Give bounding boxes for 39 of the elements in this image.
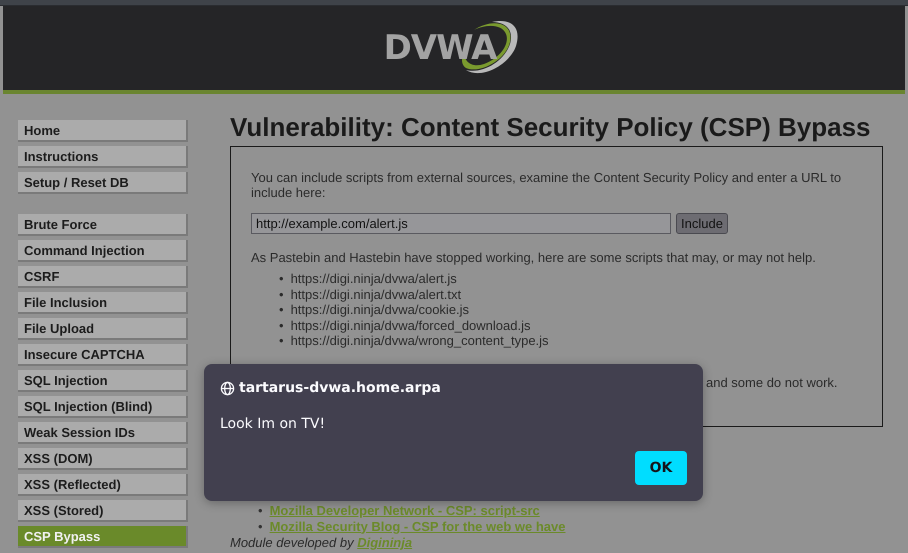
nav-item[interactable]: XSS (DOM) (18, 448, 188, 470)
bullet: • (279, 333, 284, 348)
bullet: • (258, 503, 263, 518)
url-field[interactable]: http://example.com/alert.js (251, 213, 671, 234)
ok-button[interactable]: OK (635, 451, 687, 485)
nav-item[interactable]: SQL Injection (18, 370, 188, 392)
nav-item[interactable]: Home (18, 120, 188, 142)
note-text: and some do not work. (706, 374, 839, 390)
nav-item[interactable]: Brute Force (18, 214, 188, 236)
bullet: • (279, 318, 284, 333)
nav-item[interactable]: CSRF (18, 266, 188, 288)
bullet: • (279, 286, 284, 302)
dialog-origin: tartarus-dvwa.home.arpa (239, 380, 441, 396)
logo: DVWA (384, 16, 524, 80)
bullet: • (279, 302, 284, 318)
script-url: https://digi.ninja/dvwa/wrong_content_type.js (290, 333, 549, 348)
nav-item[interactable]: Command Injection (18, 240, 188, 262)
include-button[interactable]: Include (676, 213, 728, 234)
script-url: https://digi.ninja/dvwa/alert.txt (290, 286, 462, 302)
nav-item[interactable]: Insecure CAPTCHA (18, 344, 188, 366)
script-url: https://digi.ninja/dvwa/cookie.js (290, 302, 470, 318)
nav-item[interactable]: XSS (Reflected) (18, 474, 188, 496)
bullet: • (258, 518, 263, 534)
nav-item[interactable]: Instructions (18, 146, 188, 168)
nav-item[interactable]: SQL Injection (Blind) (18, 396, 188, 418)
script-url: https://digi.ninja/dvwa/alert.js (290, 271, 457, 286)
nav-item[interactable]: File Inclusion (18, 292, 188, 314)
nav-item[interactable]: Setup / Reset DB (18, 172, 188, 194)
intro-text: You can include scripts from external sources, examine the Content Security Policy and enter a URL to include here: (251, 170, 842, 200)
nav-item[interactable]: Weak Session IDs (18, 422, 188, 444)
nav-item[interactable]: File Upload (18, 318, 188, 340)
note-text: As Pastebin and Hastebin have stopped working, here are some scripts that may, or may not help. (251, 250, 817, 265)
dialog-message: Look Im on TV! (220, 416, 326, 432)
nav-item[interactable]: XSS (Stored) (18, 500, 188, 522)
credit-text: Module developed by Digininja (230, 535, 414, 550)
page-title: Vulnerability: Content Security Policy (CSP) Bypass (230, 111, 872, 143)
bullet: • (279, 271, 284, 286)
globe-icon (220, 380, 235, 396)
script-url: https://digi.ninja/dvwa/forced_download.js (290, 318, 530, 333)
